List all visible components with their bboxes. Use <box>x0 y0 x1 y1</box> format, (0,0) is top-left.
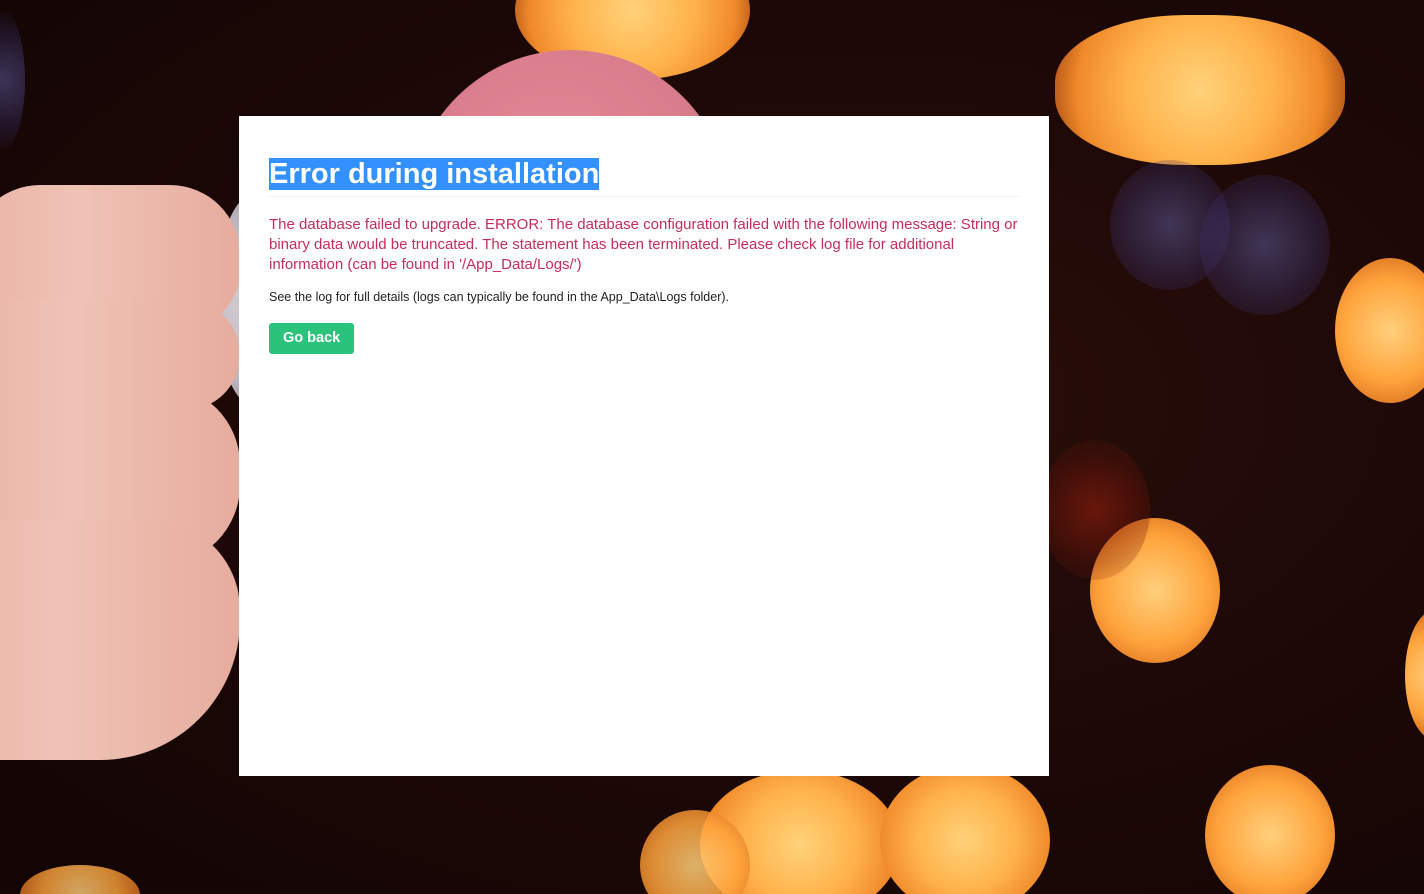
bokeh-light <box>880 765 1050 894</box>
divider <box>269 196 1019 197</box>
bokeh-light <box>20 865 140 894</box>
bokeh-light <box>0 10 25 150</box>
bokeh-light <box>1405 610 1424 740</box>
page-title: Error during installation <box>269 156 1019 192</box>
page-title-text: Error during installation <box>269 158 600 190</box>
hand-palm <box>0 520 240 760</box>
bokeh-light <box>1055 15 1345 165</box>
log-details-text: See the log for full details (logs can t… <box>269 290 730 304</box>
error-message: The database failed to upgrade. ERROR: T… <box>269 216 1018 273</box>
go-back-button[interactable]: Go back <box>269 323 355 354</box>
bokeh-light <box>1040 440 1150 580</box>
bokeh-light <box>1335 258 1424 403</box>
bokeh-light <box>1205 765 1335 894</box>
bokeh-light <box>1200 175 1330 315</box>
error-panel: Error during installation The database f… <box>239 116 1049 776</box>
